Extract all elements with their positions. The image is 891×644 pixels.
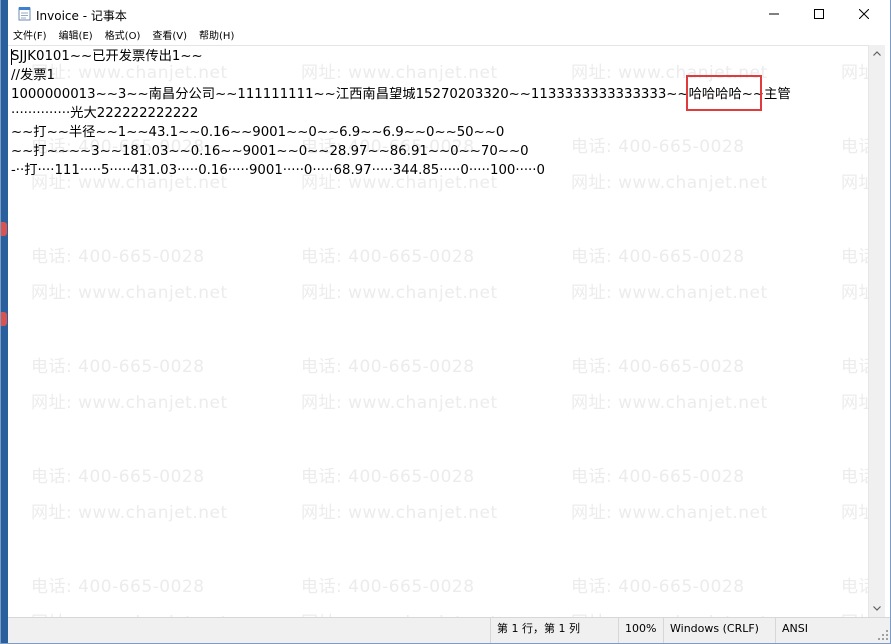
- watermark: 电话: 400-665-0028网址: www.chanjet.net: [301, 247, 498, 303]
- status-bar: 第 1 行，第 1 列 100% Windows (CRLF) ANSI: [8, 617, 890, 643]
- menu-edit[interactable]: 编辑(E): [54, 28, 98, 45]
- menu-file[interactable]: 文件(F): [8, 28, 52, 45]
- watermark: 电话: 400-665-0028网址: www.chanjet.net: [841, 357, 868, 413]
- text-caret: [11, 49, 12, 65]
- desktop-icon-fragment: [1, 222, 7, 236]
- watermark: 电话: 400-665-0028网址: www.chanjet.net: [571, 467, 768, 523]
- desktop-icon-fragment: [1, 312, 7, 326]
- cursor-position: 第 1 行，第 1 列: [490, 618, 618, 643]
- watermark: 电话: 400-665-0028网址: www.chanjet.net: [571, 357, 768, 413]
- line-ending: Windows (CRLF): [663, 618, 775, 643]
- text-line: //发票1: [11, 68, 56, 83]
- watermark: 电话: 400-665-0028网址: www.chanjet.net: [571, 577, 767, 618]
- text-line: ~~打~~~~3~~181.03~~0.16~~9001~~0~~28.97~~…: [11, 144, 529, 159]
- vertical-scrollbar[interactable]: [868, 45, 885, 617]
- menu-help[interactable]: 帮助(H): [194, 28, 239, 45]
- watermark: 电话: 400-665-0028网址: www.chanjet.net: [841, 577, 868, 618]
- encoding: ANSI: [775, 618, 875, 643]
- maximize-button[interactable]: [796, 0, 841, 28]
- scroll-up-button[interactable]: [869, 45, 885, 62]
- zoom-level: 100%: [618, 618, 663, 643]
- watermark: 电话: 400-665-0028网址: www.chanjet.net: [841, 247, 868, 303]
- resize-grip-icon[interactable]: [877, 629, 889, 641]
- watermark: 电话: 400-665-0028网址: www.chanjet.net: [31, 247, 228, 303]
- text-line: 1000000013~~3~~南昌分公司~~111111111~~江西南昌望城1…: [11, 87, 791, 102]
- menu-bar: 文件(F) 编辑(E) 格式(O) 查看(V) 帮助(H): [8, 28, 890, 45]
- watermark: 电话: 400-665-0028网址: www.chanjet.net: [31, 577, 227, 618]
- red-highlight-annotation: [686, 75, 762, 111]
- minimize-icon: [768, 13, 779, 15]
- chevron-down-icon: [873, 606, 881, 611]
- text-line: ~~打~~半径~~1~~43.1~~0.16~~9001~~0~~6.9~~6.…: [11, 125, 505, 140]
- maximize-icon: [813, 9, 824, 19]
- close-button[interactable]: [841, 0, 886, 28]
- notepad-icon: [18, 7, 31, 21]
- watermark: 电话: 400-665-0028网址: www.chanjet.net: [301, 577, 497, 618]
- watermark: 电话: 400-665-0028网址: www.chanjet.net: [841, 467, 868, 523]
- text-line: SJJK0101~~已开发票传出1~~: [11, 49, 203, 64]
- chevron-up-icon: [873, 51, 881, 56]
- watermark: 电话: 400-665-0028网址: www.chanjet.net: [301, 467, 498, 523]
- watermark: 电话: 400-665-0028网址: www.chanjet.net: [31, 357, 228, 413]
- window-title: Invoice - 记事本: [36, 9, 127, 23]
- close-icon: [858, 9, 869, 19]
- title-bar[interactable]: Invoice - 记事本: [8, 0, 890, 28]
- notepad-window: Invoice - 记事本 文件(F) 编辑(E) 格式(O) 查看(V) 帮助…: [0, 0, 891, 644]
- watermark: 电话: 400-665-0028网址: www.chanjet.net: [841, 46, 868, 83]
- watermark: 电话: 400-665-0028网址: www.chanjet.net: [571, 247, 768, 303]
- document-text[interactable]: SJJK0101~~已开发票传出1~~ //发票1 1000000013~~3~…: [11, 47, 791, 180]
- watermark: 电话: 400-665-0028网址: www.chanjet.net: [301, 357, 498, 413]
- watermark: 电话: 400-665-0028网址: www.chanjet.net: [31, 467, 228, 523]
- menu-view[interactable]: 查看(V): [147, 28, 192, 45]
- watermark: 电话: 400-665-0028网址: www.chanjet.net: [841, 137, 868, 193]
- text-line: -··打····111·····5·····431.03·····0.16···…: [11, 163, 545, 178]
- window-edge: [885, 45, 890, 617]
- desktop-background-strip: [1, 0, 8, 643]
- text-line: ··············光大222222222222: [11, 106, 199, 121]
- minimize-button[interactable]: [751, 0, 796, 28]
- menu-format[interactable]: 格式(O): [100, 28, 146, 45]
- text-editor-area[interactable]: 电话: 400-665-0028网址: www.chanjet.net 电话: …: [8, 45, 868, 618]
- scroll-down-button[interactable]: [869, 600, 885, 617]
